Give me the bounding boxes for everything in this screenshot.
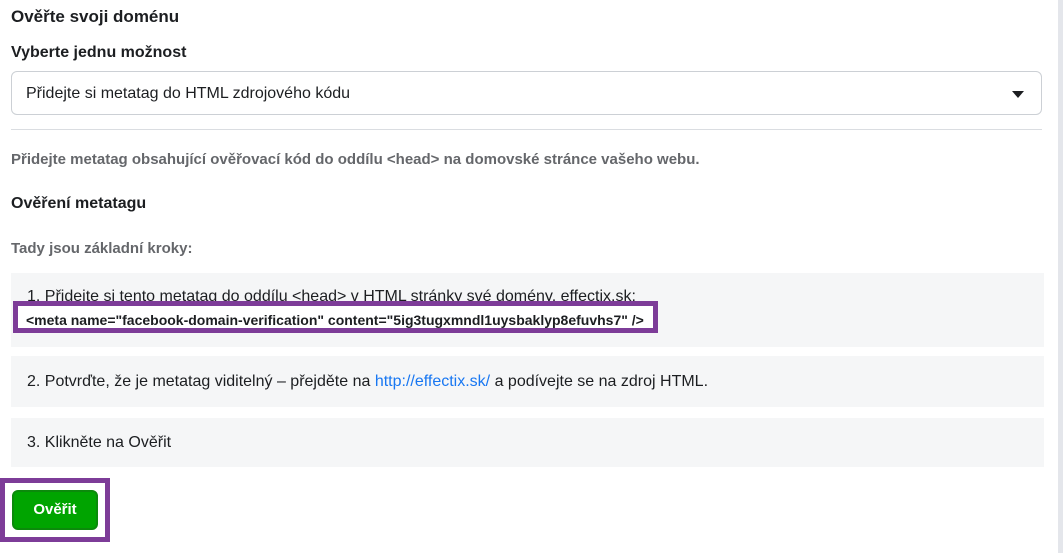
caret-down-icon	[1012, 91, 1024, 98]
step-3-text: 3. Klikněte na Ověřit	[27, 434, 172, 451]
domain-link[interactable]: http://effectix.sk/	[375, 373, 490, 390]
step-1: 1. Přidejte si tento metatag do oddílu <…	[11, 273, 1044, 347]
verify-button-highlight: Ověřit	[0, 478, 110, 542]
step-2-text: 2. Potvrďte, že je metatag viditelný – p…	[27, 373, 708, 391]
steps-heading: Tady jsou základní kroky:	[11, 240, 193, 257]
divider	[11, 129, 1042, 130]
metatag-code-highlight: <meta name="facebook-domain-verification…	[13, 301, 658, 333]
step-2-text-before: 2. Potvrďte, že je metatag viditelný – p…	[27, 373, 375, 390]
instructions-text: Přidejte metatag obsahující ověřovací kó…	[11, 151, 700, 168]
domain-verification-panel: Ověřte svoji doménu Vyberte jednu možnos…	[0, 0, 1058, 553]
section-title: Ověření metatagu	[11, 195, 147, 212]
step-2: 2. Potvrďte, že je metatag viditelný – p…	[11, 356, 1044, 407]
page-title: Ověřte svoji doménu	[11, 7, 180, 26]
metatag-code[interactable]: <meta name="facebook-domain-verification…	[26, 312, 644, 328]
scrollbar-track[interactable]	[1058, 0, 1063, 553]
step-2-text-after: a podívejte se na zdroj HTML.	[490, 373, 709, 390]
step-3: 3. Klikněte na Ověřit	[11, 418, 1044, 467]
select-label: Vyberte jednu možnost	[11, 44, 187, 61]
select-value: Přidejte si metatag do HTML zdrojového k…	[26, 85, 351, 102]
verify-button[interactable]: Ověřit	[12, 490, 98, 530]
verification-method-select[interactable]: Přidejte si metatag do HTML zdrojového k…	[11, 71, 1042, 115]
